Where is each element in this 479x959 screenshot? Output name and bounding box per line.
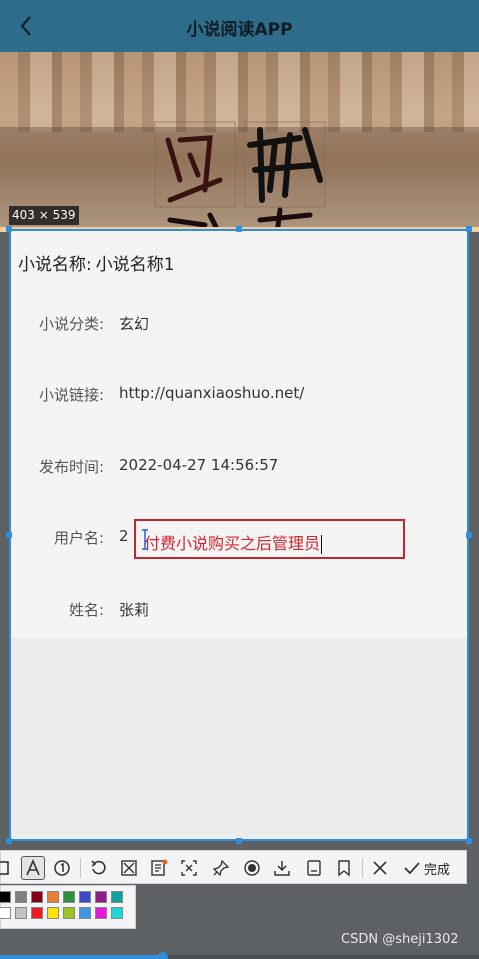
annotation-text-content: 付费小说购买之后管理员	[144, 534, 321, 553]
progress-thumb[interactable]	[157, 952, 168, 959]
undo-icon	[91, 860, 106, 875]
translate-tool-button[interactable]	[177, 856, 201, 880]
record-icon	[244, 860, 260, 876]
color-swatch[interactable]	[0, 891, 11, 903]
novel-title-row: 小说名称: 小说名称1	[18, 250, 179, 275]
color-swatch[interactable]	[0, 907, 11, 919]
color-swatch[interactable]	[47, 907, 59, 919]
annotation-toolbar: 完成	[0, 850, 467, 884]
color-swatch[interactable]	[63, 891, 75, 903]
color-swatch[interactable]	[95, 907, 107, 919]
novel-title-label: 小说名称:	[18, 255, 92, 275]
save-button[interactable]	[302, 856, 326, 880]
pin-icon	[212, 859, 230, 877]
toolbar-divider	[80, 858, 81, 878]
calligraphy-artwork	[154, 121, 326, 232]
color-swatch[interactable]	[111, 907, 123, 919]
check-icon	[404, 862, 420, 875]
resize-handle-bottom-left[interactable]	[6, 838, 12, 844]
color-swatch[interactable]	[63, 907, 75, 919]
rectangle-icon	[0, 861, 9, 875]
color-swatch[interactable]	[31, 891, 43, 903]
resize-handle-bottom-right[interactable]	[466, 838, 472, 844]
cover-banner-image	[0, 52, 479, 232]
color-swatch[interactable]	[31, 907, 43, 919]
pin-button[interactable]	[209, 856, 233, 880]
undo-button[interactable]	[87, 856, 111, 880]
color-swatch[interactable]	[47, 891, 59, 903]
annotation-text[interactable]: 付费小说购买之后管理员	[144, 530, 323, 554]
resize-handle-top-left[interactable]	[6, 226, 12, 232]
publish-time-label: 发布时间:	[38, 458, 104, 476]
ocr-tool-button[interactable]	[147, 856, 171, 880]
number-icon	[54, 860, 70, 876]
capture-size-badge: 403 × 539	[9, 206, 79, 225]
category-label: 小说分类:	[38, 315, 104, 333]
category-value: 玄幻	[119, 315, 150, 333]
done-label: 完成	[424, 862, 451, 878]
name-label: 姓名:	[68, 601, 104, 619]
save-icon	[307, 860, 321, 876]
annotation-text-box[interactable]: 付费小说购买之后管理员	[134, 519, 405, 559]
video-progress-bar[interactable]	[0, 952, 479, 959]
download-icon	[274, 861, 290, 876]
text-tool-button[interactable]	[21, 856, 45, 880]
mosaic-icon	[121, 860, 137, 876]
close-icon	[373, 861, 387, 875]
color-swatch[interactable]	[15, 907, 27, 919]
text-caret	[321, 535, 323, 554]
bookmark-icon	[338, 860, 350, 877]
app-header: 小说阅读APP	[0, 0, 479, 52]
record-button[interactable]	[240, 856, 264, 880]
page-title: 小说阅读APP	[186, 20, 293, 40]
color-swatch[interactable]	[95, 891, 107, 903]
rectangle-tool-button[interactable]	[0, 856, 13, 880]
color-swatch[interactable]	[79, 907, 91, 919]
username-value: 2	[119, 527, 129, 545]
watermark: CSDN @sheji1302	[341, 932, 459, 947]
publish-time-value: 2022-04-27 14:56:57	[119, 456, 279, 474]
ocr-icon	[151, 859, 168, 876]
resize-handle-right[interactable]	[466, 532, 472, 538]
download-button[interactable]	[270, 856, 294, 880]
bookmark-button[interactable]	[332, 856, 356, 880]
resize-handle-top[interactable]	[236, 226, 242, 232]
novel-title-value: 小说名称1	[95, 255, 175, 275]
resize-handle-top-right[interactable]	[466, 226, 472, 232]
color-swatch[interactable]	[111, 891, 123, 903]
color-palette	[0, 885, 136, 929]
progress-fill	[0, 955, 163, 959]
color-swatch[interactable]	[79, 891, 91, 903]
mosaic-tool-button[interactable]	[117, 856, 141, 880]
name-value: 张莉	[119, 601, 150, 619]
done-button[interactable]: 完成	[403, 856, 450, 880]
translate-icon	[181, 860, 197, 876]
link-label: 小说链接:	[38, 386, 104, 404]
text-cursor-icon	[142, 529, 148, 550]
username-label: 用户名:	[53, 529, 104, 547]
detail-card	[10, 230, 469, 638]
resize-handle-left[interactable]	[6, 532, 12, 538]
number-tool-button[interactable]	[50, 856, 74, 880]
cancel-button[interactable]	[368, 856, 392, 880]
resize-handle-bottom[interactable]	[236, 838, 242, 844]
toolbar-divider	[362, 858, 363, 878]
link-value[interactable]: http://quanxiaoshuo.net/	[119, 384, 304, 402]
color-swatch[interactable]	[15, 891, 27, 903]
text-icon	[26, 859, 40, 876]
